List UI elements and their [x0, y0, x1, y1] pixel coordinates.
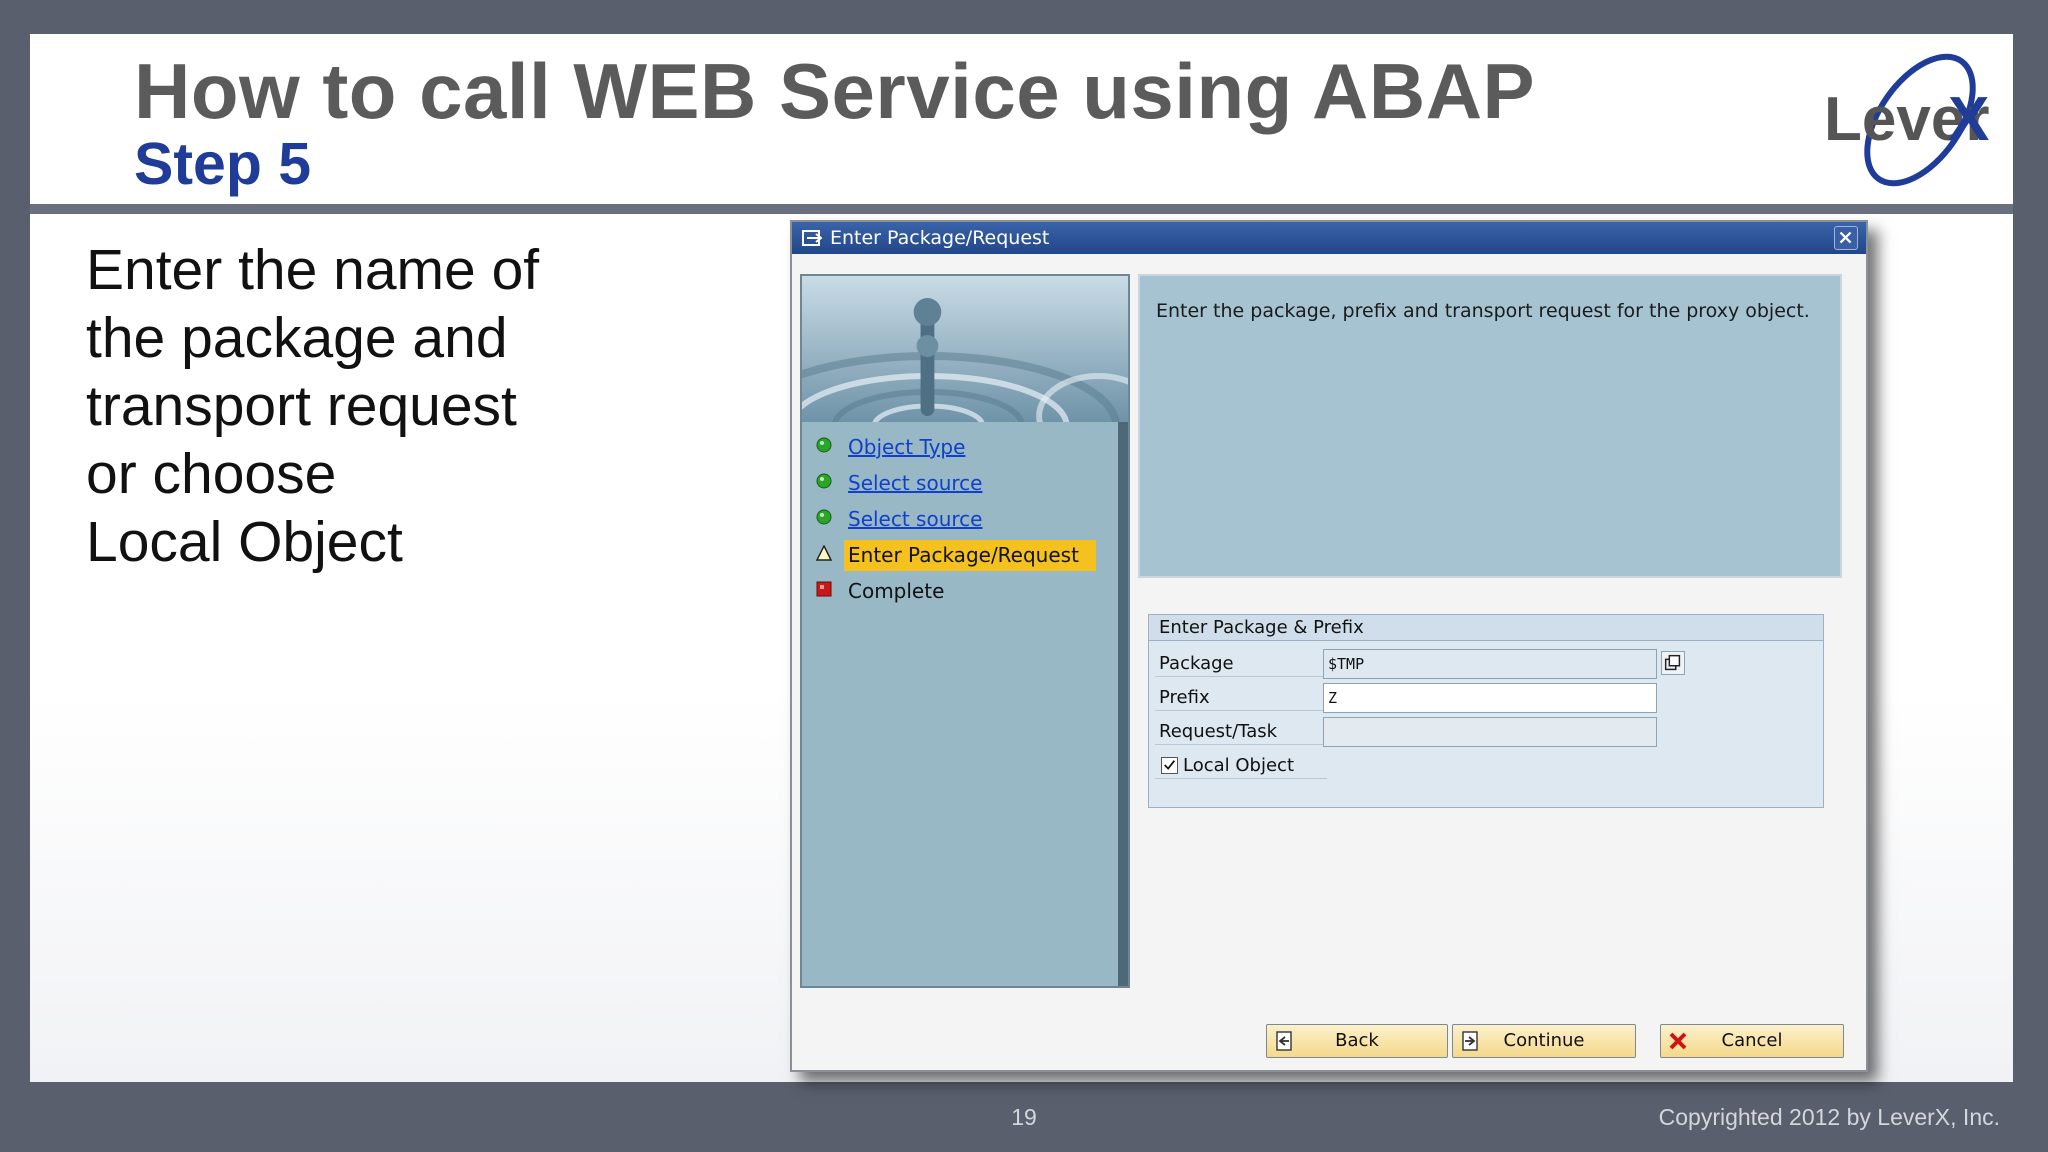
- step-select-source-2[interactable]: Select source: [802, 500, 1102, 536]
- prefix-row: Prefix Z: [1149, 683, 1823, 713]
- red-square-icon: [816, 581, 832, 597]
- group-title: Enter Package & Prefix: [1149, 615, 1823, 641]
- request-task-label: Request/Task: [1159, 721, 1278, 742]
- package-value-help-button[interactable]: [1661, 651, 1685, 675]
- info-text: Enter the package, prefix and transport …: [1156, 300, 1810, 322]
- local-object-checkbox[interactable]: [1161, 757, 1178, 774]
- package-label: Package: [1159, 653, 1234, 674]
- step-enter-package-request[interactable]: Enter Package/Request: [802, 536, 1102, 572]
- slide-title: How to call WEB Service using ABAP: [134, 47, 1536, 135]
- slide-subtitle: Step 5: [134, 131, 312, 197]
- step-label: Complete: [848, 579, 945, 603]
- wizard-steps-pane: Object Type Select source Select source …: [800, 274, 1130, 988]
- label-underline: [1155, 778, 1327, 779]
- svg-text:X: X: [1948, 85, 1989, 154]
- dialog-window-icon: [802, 230, 822, 246]
- request-task-row: Request/Task: [1149, 717, 1823, 747]
- prefix-field[interactable]: Z: [1323, 683, 1657, 713]
- back-arrow-icon: [1276, 1031, 1292, 1051]
- dialog-title: Enter Package/Request: [830, 227, 1050, 249]
- cancel-label: Cancel: [1721, 1030, 1783, 1051]
- package-prefix-group: Enter Package & Prefix Package $TMP Pref…: [1148, 614, 1824, 808]
- step-object-type[interactable]: Object Type: [802, 428, 1102, 464]
- back-label: Back: [1335, 1030, 1379, 1051]
- warning-triangle-icon: [816, 545, 832, 561]
- dialog-titlebar[interactable]: Enter Package/Request: [792, 222, 1866, 254]
- local-object-row[interactable]: Local Object: [1149, 751, 1823, 781]
- green-circle-icon: [816, 509, 832, 525]
- local-object-label: Local Object: [1183, 755, 1294, 776]
- green-circle-icon: [816, 473, 832, 489]
- cancel-button[interactable]: Cancel: [1660, 1024, 1844, 1058]
- step-complete: Complete: [802, 572, 1102, 608]
- back-button[interactable]: Back: [1266, 1024, 1448, 1058]
- package-field[interactable]: $TMP: [1323, 649, 1657, 679]
- continue-arrow-icon: [1462, 1031, 1478, 1051]
- water-drop-image: [802, 276, 1128, 422]
- instruction-line: Enter the name of: [86, 238, 540, 302]
- header-divider: [30, 204, 2013, 214]
- package-row: Package $TMP: [1149, 649, 1823, 679]
- slide-header: How to call WEB Service using ABAP Step …: [30, 34, 2013, 204]
- step-label[interactable]: Object Type: [844, 432, 969, 463]
- close-icon: [1839, 231, 1852, 244]
- instruction-line: or choose: [86, 442, 337, 506]
- page-number: 19: [1011, 1104, 1037, 1130]
- enter-package-dialog: Enter Package/Request Object Type Select…: [790, 220, 1868, 1072]
- continue-label: Continue: [1503, 1030, 1585, 1051]
- label-underline: [1155, 676, 1327, 677]
- checkmark-icon: [1164, 760, 1176, 770]
- nav-pane-scrollbar[interactable]: [1118, 422, 1128, 986]
- instruction-text: Enter the name of the package and transp…: [86, 236, 606, 576]
- request-task-field[interactable]: [1323, 717, 1657, 747]
- continue-button[interactable]: Continue: [1452, 1024, 1636, 1058]
- step-label[interactable]: Select source: [844, 468, 986, 499]
- label-underline: [1155, 744, 1327, 745]
- copyright-text: Copyrighted 2012 by LeverX, Inc.: [1658, 1104, 2000, 1130]
- step-select-source[interactable]: Select source: [802, 464, 1102, 500]
- red-x-icon: [1669, 1032, 1687, 1050]
- leverx-logo: Lever X: [1824, 53, 1989, 187]
- instruction-line: Local Object: [86, 510, 403, 574]
- wizard-step-list: Object Type Select source Select source …: [802, 428, 1102, 608]
- instruction-line: transport request: [86, 374, 517, 438]
- instruction-line: the package and: [86, 306, 508, 370]
- step-label[interactable]: Enter Package/Request: [844, 540, 1096, 571]
- label-underline: [1155, 710, 1327, 711]
- copy-icon: [1664, 654, 1681, 671]
- close-button[interactable]: [1834, 226, 1858, 250]
- info-pane: Enter the package, prefix and transport …: [1138, 274, 1842, 578]
- step-label[interactable]: Select source: [844, 504, 986, 535]
- prefix-label: Prefix: [1159, 687, 1210, 708]
- green-circle-icon: [816, 437, 832, 453]
